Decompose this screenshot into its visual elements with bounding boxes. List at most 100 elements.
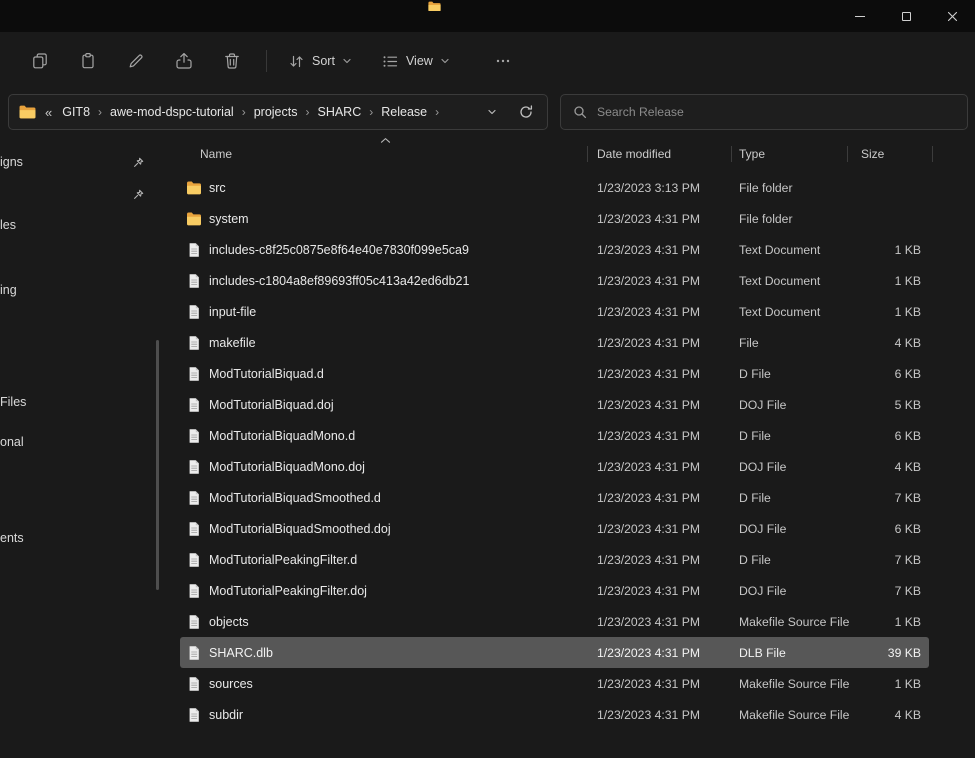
breadcrumb-item[interactable]: projects [247,105,305,119]
view-button[interactable]: View [373,44,459,78]
location-folder-icon[interactable] [19,105,36,119]
file-name: sources [209,677,253,691]
file-name-cell: input-file [180,304,587,320]
sidebar-item[interactable]: Files [0,390,168,414]
share-button[interactable] [166,44,202,78]
command-toolbar: Sort View [0,32,975,90]
sidebar-item[interactable]: les [0,213,168,237]
delete-button[interactable] [214,44,250,78]
file-name: subdir [209,708,243,722]
more-options-button[interactable] [485,44,521,78]
file-type: File folder [731,212,847,226]
file-row[interactable]: subdir 1/23/2023 4:31 PM Makefile Source… [180,699,929,730]
file-size: 1 KB [847,677,929,691]
address-bar[interactable]: « GIT8 › awe-mod-dspc-tutorial › project… [8,94,548,130]
file-type: D File [731,491,847,505]
file-type: DOJ File [731,398,847,412]
column-header-type[interactable]: Type [739,140,765,168]
sidebar-item[interactable] [0,182,168,206]
file-type: Text Document [731,243,847,257]
file-name-cell: includes-c8f25c0875e8f64e40e7830f099e5ca… [180,242,587,258]
address-dropdown-icon[interactable] [487,107,497,117]
file-date-modified: 1/23/2023 4:31 PM [587,677,731,691]
file-row[interactable]: ModTutorialPeakingFilter.d 1/23/2023 4:3… [180,544,929,575]
file-name: src [209,181,226,195]
copy-button[interactable] [22,44,58,78]
sort-button[interactable]: Sort [279,44,361,78]
refresh-icon[interactable] [519,105,533,119]
file-name-cell: subdir [180,707,587,723]
share-icon [175,52,193,70]
column-headers: Name Date modified Type Size [168,140,975,168]
file-row[interactable]: ModTutorialBiquadSmoothed.doj 1/23/2023 … [180,513,929,544]
column-header-name[interactable]: Name [200,140,232,168]
file-type-icon [186,459,202,475]
sidebar-item[interactable]: onal [0,430,168,454]
file-type-icon [186,490,202,506]
navigation-pane: igns les ing [0,132,168,758]
file-row[interactable]: src 1/23/2023 3:13 PM File folder [180,172,929,203]
column-header-date-modified[interactable]: Date modified [597,140,671,168]
sidebar-scrollbar[interactable] [156,340,159,590]
file-row[interactable]: input-file 1/23/2023 4:31 PM Text Docume… [180,296,929,327]
file-row[interactable]: includes-c8f25c0875e8f64e40e7830f099e5ca… [180,234,929,265]
file-date-modified: 1/23/2023 4:31 PM [587,708,731,722]
delete-icon [223,52,241,70]
file-type-icon [186,273,202,289]
paste-button[interactable] [70,44,106,78]
title-bar [0,0,975,32]
file-size: 6 KB [847,522,929,536]
breadcrumb-item[interactable]: SHARC [310,105,368,119]
file-row[interactable]: ModTutorialBiquad.d 1/23/2023 4:31 PM D … [180,358,929,389]
file-type-icon [186,180,202,196]
view-icon [382,53,399,70]
file-date-modified: 1/23/2023 3:13 PM [587,181,731,195]
maximize-button[interactable] [883,0,929,32]
rename-button[interactable] [118,44,154,78]
file-row[interactable]: SHARC.dlb 1/23/2023 4:31 PM DLB File 39 … [180,637,929,668]
close-button[interactable] [929,0,975,32]
file-row[interactable]: makefile 1/23/2023 4:31 PM File 4 KB [180,327,929,358]
file-row[interactable]: ModTutorialBiquadSmoothed.d 1/23/2023 4:… [180,482,929,513]
file-row[interactable]: system 1/23/2023 4:31 PM File folder [180,203,929,234]
file-row[interactable]: ModTutorialPeakingFilter.doj 1/23/2023 4… [180,575,929,606]
file-row[interactable]: ModTutorialBiquad.doj 1/23/2023 4:31 PM … [180,389,929,420]
file-name: ModTutorialPeakingFilter.doj [209,584,367,598]
minimize-button[interactable] [837,0,883,32]
column-header-size[interactable]: Size [861,140,884,168]
breadcrumb-item[interactable]: awe-mod-dspc-tutorial [103,105,241,119]
file-name: includes-c1804a8ef89693ff05c413a42ed6db2… [209,274,469,288]
sidebar-item[interactable]: igns [0,150,168,174]
search-input[interactable] [597,105,955,119]
file-row[interactable]: ModTutorialBiquadMono.doj 1/23/2023 4:31… [180,451,929,482]
file-type: DLB File [731,646,847,660]
sidebar-item[interactable]: ing [0,278,168,302]
file-name-cell: makefile [180,335,587,351]
sort-ascending-icon [380,137,391,144]
breadcrumb-overflow-icon[interactable]: « [45,105,52,120]
file-type-icon [186,428,202,444]
file-name: ModTutorialBiquad.d [209,367,324,381]
toolbar-divider [266,50,267,72]
search-box[interactable] [560,94,968,130]
file-name: SHARC.dlb [209,646,273,660]
search-icon [573,105,587,119]
file-row[interactable]: ModTutorialBiquadMono.d 1/23/2023 4:31 P… [180,420,929,451]
file-date-modified: 1/23/2023 4:31 PM [587,367,731,381]
file-row[interactable]: sources 1/23/2023 4:31 PM Makefile Sourc… [180,668,929,699]
breadcrumb-separator-icon[interactable]: › [434,105,440,119]
file-name: ModTutorialBiquadSmoothed.doj [209,522,391,536]
sidebar-item[interactable]: ents [0,526,168,550]
breadcrumb: GIT8 › awe-mod-dspc-tutorial › projects … [55,105,440,119]
file-size: 7 KB [847,491,929,505]
close-icon [947,11,958,22]
file-row[interactable]: objects 1/23/2023 4:31 PM Makefile Sourc… [180,606,929,637]
file-row[interactable]: includes-c1804a8ef89693ff05c413a42ed6db2… [180,265,929,296]
file-type: Makefile Source File [731,708,847,722]
copy-icon [31,52,49,70]
breadcrumb-item[interactable]: GIT8 [55,105,97,119]
file-size: 1 KB [847,615,929,629]
breadcrumb-item[interactable]: Release [374,105,434,119]
file-type: DOJ File [731,522,847,536]
file-name-cell: src [180,180,587,196]
